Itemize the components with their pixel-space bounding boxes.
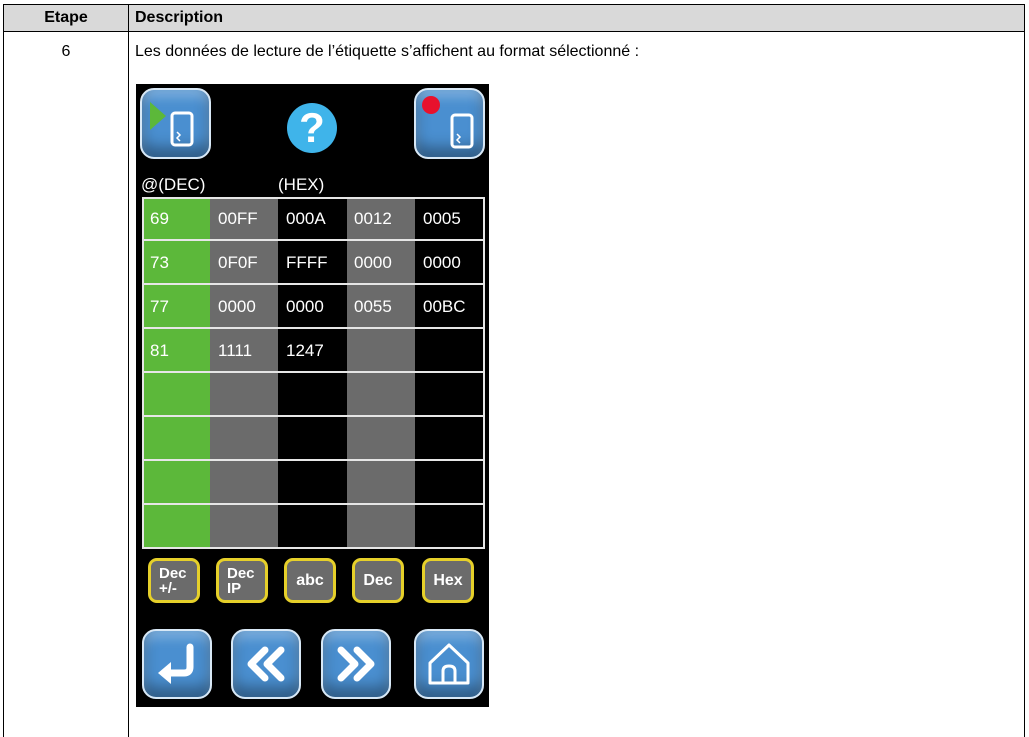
step-number: 6 bbox=[61, 43, 71, 60]
step-description: Les données de lecture de l’étiquette s’… bbox=[135, 43, 640, 60]
data-cell: 00FF bbox=[218, 209, 258, 228]
data-format-label: (HEX) bbox=[278, 175, 325, 194]
home-button[interactable] bbox=[414, 629, 484, 699]
data-cell: 1247 bbox=[286, 341, 324, 360]
format-button-line2: +/- bbox=[159, 580, 177, 597]
stop-read-button[interactable] bbox=[414, 88, 485, 159]
data-cell: 1111 bbox=[218, 341, 253, 360]
format-button-line2: IP bbox=[227, 580, 242, 597]
address-cell: 73 bbox=[150, 253, 169, 272]
data-cell: FFFF bbox=[286, 253, 328, 272]
data-grid: 69 00FF 000A 0012 0005 73 0F0F FFFF 0000… bbox=[142, 197, 485, 549]
data-cell: 000A bbox=[286, 209, 326, 228]
format-dec-button[interactable]: Dec bbox=[352, 558, 404, 603]
data-cell: 0F0F bbox=[218, 253, 258, 272]
page-next-icon bbox=[337, 646, 375, 682]
data-cell: 0055 bbox=[354, 297, 392, 316]
table-border-left bbox=[3, 31, 4, 737]
return-button[interactable] bbox=[142, 629, 212, 699]
header-description: Description bbox=[128, 4, 1025, 32]
format-button-line1: Dec bbox=[227, 565, 255, 582]
data-cell: 0005 bbox=[423, 209, 461, 228]
device-screen: ? @(DEC) (HEX) 69 00FF 000A 0012 0005 73… bbox=[136, 84, 489, 707]
data-cell: 0012 bbox=[354, 209, 392, 228]
data-cell: 00BC bbox=[423, 297, 466, 316]
grid-border bbox=[142, 197, 485, 549]
page-next-button[interactable] bbox=[321, 629, 391, 699]
format-button-line1: Dec bbox=[159, 565, 187, 582]
data-cell: 0000 bbox=[423, 253, 461, 272]
start-read-icon bbox=[150, 102, 194, 147]
help-button[interactable]: ? bbox=[287, 103, 337, 153]
address-format-label: @(DEC) bbox=[141, 175, 206, 194]
format-hex-button[interactable]: Hex bbox=[422, 558, 474, 603]
table-border-right bbox=[1024, 31, 1025, 737]
table-column-divider bbox=[128, 31, 129, 737]
format-dec-signed-button[interactable]: Dec +/- bbox=[148, 558, 200, 603]
data-cell: 0000 bbox=[354, 253, 392, 272]
address-cell: 81 bbox=[150, 341, 169, 360]
return-icon bbox=[158, 643, 194, 684]
page-previous-button[interactable] bbox=[231, 629, 301, 699]
format-ascii-button[interactable]: abc bbox=[284, 558, 336, 603]
data-cell: 0000 bbox=[218, 297, 256, 316]
format-dec-ip-button[interactable]: Dec IP bbox=[216, 558, 268, 603]
data-cell: 0000 bbox=[286, 297, 324, 316]
address-cell: 77 bbox=[150, 297, 169, 316]
start-read-button[interactable] bbox=[140, 88, 211, 159]
home-icon bbox=[428, 643, 470, 685]
page-previous-icon bbox=[247, 646, 285, 682]
stop-read-icon bbox=[422, 96, 474, 149]
address-cell: 69 bbox=[150, 209, 169, 228]
header-step: Etape bbox=[3, 4, 129, 32]
